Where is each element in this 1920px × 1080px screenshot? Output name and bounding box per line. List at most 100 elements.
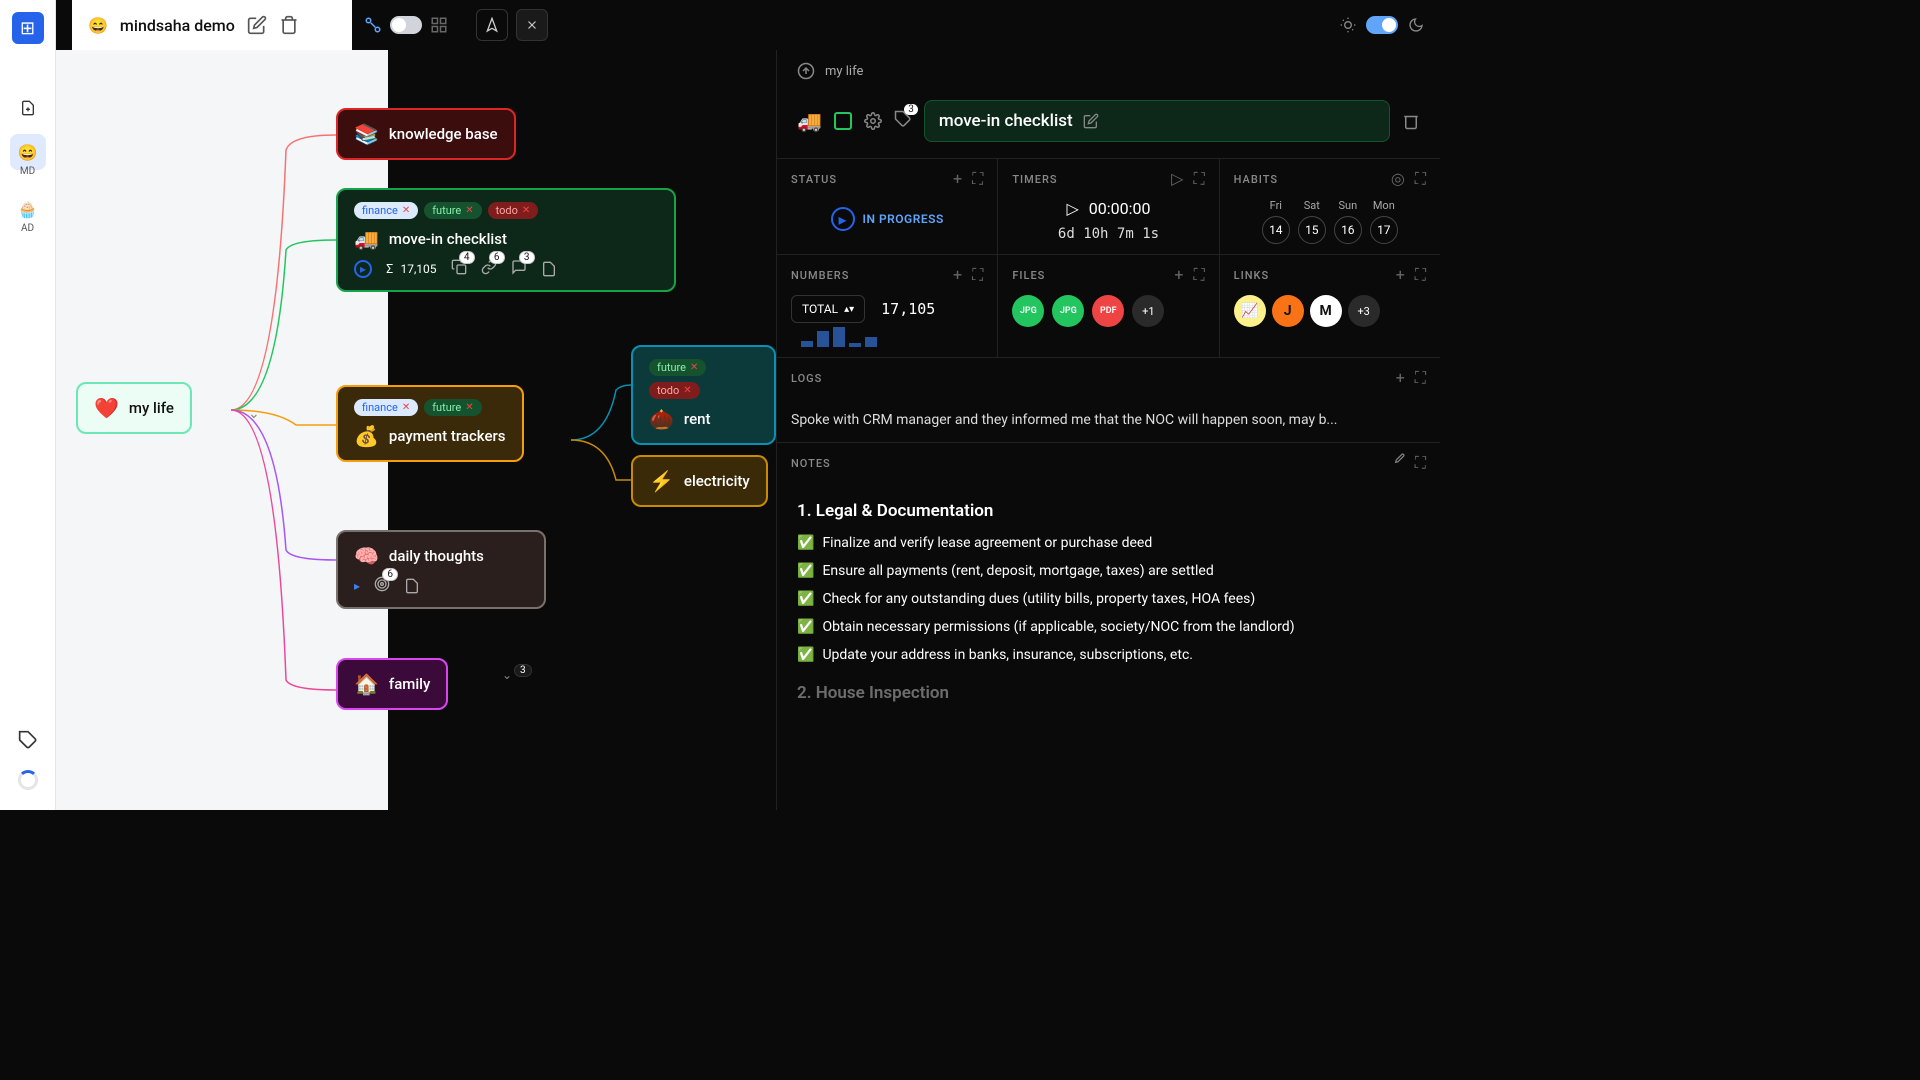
expand-icon[interactable]: ⛶ (972, 265, 983, 285)
target-count[interactable]: 6 (374, 576, 390, 595)
notes-item: ✅Update your address in banks, insurance… (797, 647, 1420, 663)
node-knowledge[interactable]: 📚 knowledge base (336, 108, 516, 160)
file-badge[interactable]: JPG (1012, 295, 1044, 327)
up-arrow-icon[interactable] (797, 62, 815, 80)
tag-remove-icon[interactable]: ✕ (690, 362, 698, 373)
view-toggle[interactable] (390, 16, 422, 34)
target-icon[interactable]: ◎ (1391, 169, 1405, 189)
tag-finance[interactable]: finance✕ (354, 399, 418, 416)
logs-text[interactable]: Spoke with CRM manager and they informed… (777, 408, 1440, 442)
expand-icon[interactable]: ⛶ (1193, 265, 1204, 285)
tag-future[interactable]: future✕ (649, 359, 706, 376)
tag-future[interactable]: future✕ (424, 399, 481, 416)
link-count[interactable]: 6 (481, 259, 497, 278)
truck-icon: 🚚 (354, 227, 379, 251)
node-root[interactable]: ❤️ my life (76, 382, 192, 434)
tags-button[interactable] (10, 722, 46, 758)
breadcrumb[interactable]: my life (825, 64, 863, 79)
close-button[interactable] (516, 9, 548, 41)
theme-toggle[interactable] (1366, 16, 1398, 34)
habit-day[interactable]: Sat 15 (1298, 199, 1326, 244)
play-icon[interactable]: ▷ (1171, 169, 1183, 189)
link-icon[interactable] (364, 16, 382, 34)
tag-remove-icon[interactable]: ✕ (522, 205, 530, 216)
play-icon[interactable]: ▸ (354, 579, 360, 593)
sidebar-project-md[interactable]: 😄 (10, 134, 46, 170)
expand-icon[interactable]: ⛶ (972, 169, 983, 189)
mindmap-canvas[interactable]: ❤️ my life ⌄ 📚 knowledge base finance✕ f… (56, 50, 776, 810)
edit-icon[interactable] (1083, 113, 1099, 129)
detail-title[interactable]: move-in checklist (939, 111, 1073, 131)
add-icon[interactable]: + (1396, 368, 1405, 388)
tag-todo[interactable]: todo✕ (649, 382, 700, 399)
node-electricity[interactable]: ⚡ electricity (631, 455, 768, 507)
tag-remove-icon[interactable]: ✕ (402, 205, 410, 216)
node-movein[interactable]: finance✕ future✕ todo✕ 🚚 move-in checkli… (336, 188, 676, 292)
square-icon[interactable] (834, 112, 852, 130)
notes-cell: NOTES ⛶ (777, 443, 1440, 493)
detail-emoji: 🚚 (797, 109, 822, 133)
play-icon[interactable]: ▷ (1066, 199, 1078, 218)
add-icon[interactable]: + (1174, 265, 1183, 285)
trash-icon[interactable] (1402, 112, 1420, 130)
children-count-icon: ⌄ (248, 406, 260, 422)
habit-day[interactable]: Mon 17 (1370, 199, 1398, 244)
add-icon[interactable]: + (953, 169, 962, 189)
habits-cell: HABITS ◎ ⛶ Fri 14 Sat 15 Sun 16 Mon 17 (1220, 159, 1440, 254)
total-selector[interactable]: TOTAL ▴▾ (791, 295, 865, 323)
link-badge[interactable]: M (1310, 295, 1342, 327)
play-icon[interactable]: ▸ (831, 207, 855, 231)
tag-finance[interactable]: finance✕ (354, 202, 418, 219)
tag-remove-icon[interactable]: ✕ (402, 402, 410, 413)
tag-remove-icon[interactable]: ✕ (465, 402, 473, 413)
expand-icon[interactable]: ⛶ (1415, 368, 1426, 388)
copy-count[interactable]: 4 (451, 259, 467, 278)
heart-icon: ❤️ (94, 396, 119, 420)
expand-icon[interactable]: ⛶ (1415, 169, 1426, 189)
file-badge[interactable]: JPG (1052, 295, 1084, 327)
grid-icon[interactable] (430, 16, 448, 34)
link-badge[interactable]: J (1272, 295, 1304, 327)
new-doc-button[interactable] (10, 90, 46, 126)
sidebar-project-label: AD (21, 223, 34, 234)
sidebar-project-ad[interactable]: 🧁 (10, 191, 46, 227)
file-badge[interactable]: PDF (1092, 295, 1124, 327)
notes-heading: 2. House Inspection (797, 683, 1420, 703)
tag-todo[interactable]: todo✕ (488, 202, 539, 219)
tag-future[interactable]: future✕ (424, 202, 481, 219)
node-thoughts[interactable]: 🧠 daily thoughts ▸ 6 (336, 530, 546, 609)
note-icon[interactable] (541, 261, 557, 277)
notes-body[interactable]: 1. Legal & Documentation ✅Finalize and v… (777, 493, 1440, 725)
topbar: 😄 mindsaha demo (56, 0, 1440, 50)
node-family[interactable]: 🏠 family (336, 658, 448, 710)
status-value: IN PROGRESS (863, 212, 944, 226)
check-icon: ✅ (797, 647, 814, 663)
expand-icon[interactable]: ⛶ (1415, 265, 1426, 285)
add-icon[interactable]: + (1396, 265, 1405, 285)
add-icon[interactable]: + (953, 265, 962, 285)
tag-remove-icon[interactable]: ✕ (465, 205, 473, 216)
edit-icon[interactable] (247, 15, 267, 35)
node-rent[interactable]: future✕ todo✕ 🌰 rent (631, 345, 776, 445)
habit-day[interactable]: Sun 16 (1334, 199, 1362, 244)
comment-count[interactable]: 3 (511, 259, 527, 278)
app-logo[interactable]: ⊞ (12, 12, 44, 44)
node-payment[interactable]: finance✕ future✕ 💰 payment trackers (336, 385, 524, 462)
note-icon[interactable] (404, 578, 420, 594)
collapse-icon[interactable]: ⌄ (502, 668, 512, 682)
link-badge[interactable]: 📈 (1234, 295, 1266, 327)
status-cell: STATUS + ⛶ ▸ IN PROGRESS (777, 159, 998, 254)
expand-icon[interactable]: ⛶ (1193, 169, 1204, 189)
trash-icon[interactable] (279, 15, 299, 35)
file-more[interactable]: +1 (1132, 295, 1164, 327)
expand-icon[interactable]: ⛶ (1415, 453, 1426, 473)
habit-day[interactable]: Fri 14 (1262, 199, 1290, 244)
target-button[interactable] (476, 9, 508, 41)
link-more[interactable]: +3 (1348, 295, 1380, 327)
play-icon[interactable]: ▸ (354, 260, 372, 278)
node-title: electricity (684, 472, 750, 490)
settings-icon[interactable] (864, 112, 882, 130)
tag-remove-icon[interactable]: ✕ (683, 385, 691, 396)
edit-icon[interactable] (1391, 453, 1405, 467)
timer-elapsed: 6d 10h 7m 1s (1012, 226, 1204, 242)
